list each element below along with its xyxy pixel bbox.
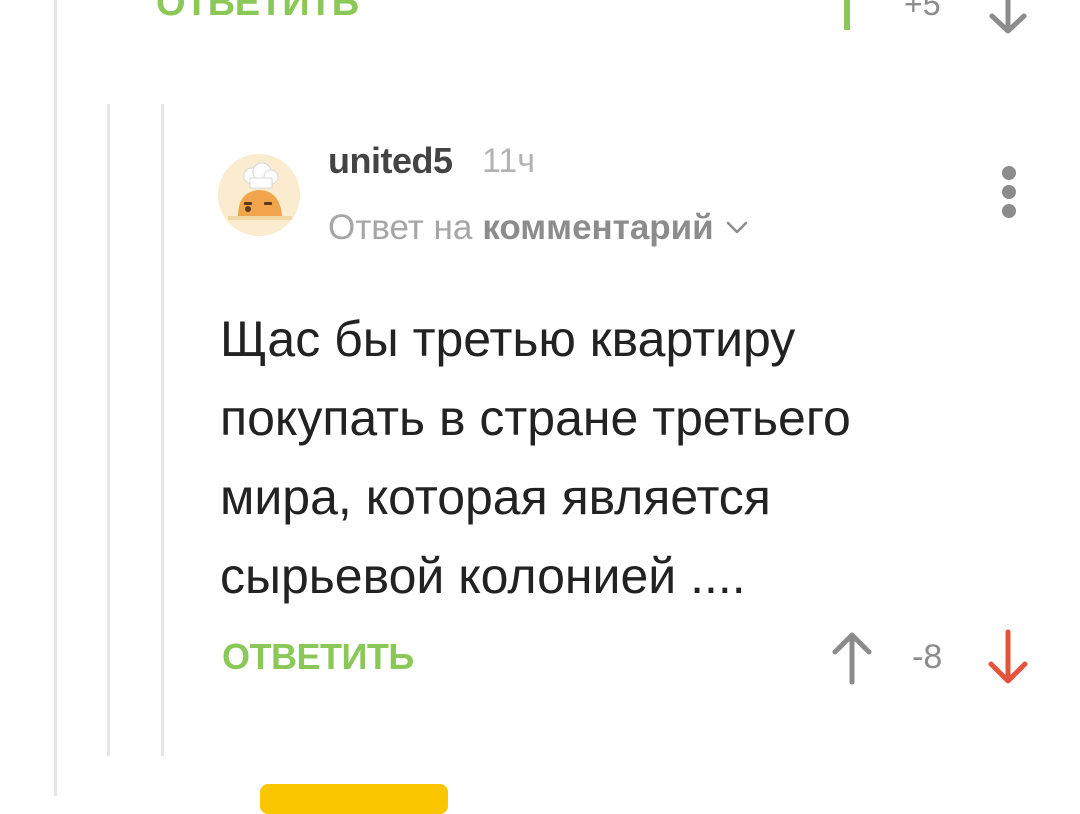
more-vertical-icon[interactable] xyxy=(996,166,1022,218)
comment-body: Щас бы третью квартиру покупать в стране… xyxy=(220,311,851,604)
reply-button[interactable]: ОТВЕТИТЬ xyxy=(222,636,414,678)
thread-line-inner xyxy=(161,104,164,756)
parent-downvote-icon[interactable] xyxy=(986,0,1030,36)
reply-to-link[interactable]: комментарий xyxy=(482,208,713,248)
parent-reply-button[interactable]: ОТВЕТИТЬ xyxy=(156,0,359,25)
timestamp: 11ч xyxy=(482,142,536,180)
avatar[interactable] xyxy=(218,154,300,236)
chef-hat-avatar-icon xyxy=(218,154,300,236)
thread-line-middle xyxy=(107,104,110,756)
chevron-down-icon[interactable] xyxy=(726,221,748,235)
yellow-action-button[interactable] xyxy=(260,784,448,814)
arrow-up-icon[interactable] xyxy=(830,630,874,686)
parent-upvote-icon[interactable] xyxy=(844,0,850,30)
reply-to-prefix: Ответ на xyxy=(328,208,473,247)
username[interactable]: united5 xyxy=(328,140,453,182)
more-dot xyxy=(1002,185,1016,199)
more-dot xyxy=(1002,166,1016,180)
arrow-down-icon[interactable] xyxy=(986,628,1030,686)
thread-line-outer xyxy=(54,0,57,796)
score: -8 xyxy=(912,638,943,676)
more-dot xyxy=(1002,204,1016,218)
reply-to[interactable]: Ответ на комментарий xyxy=(328,208,748,248)
parent-score: +5 xyxy=(904,0,941,22)
